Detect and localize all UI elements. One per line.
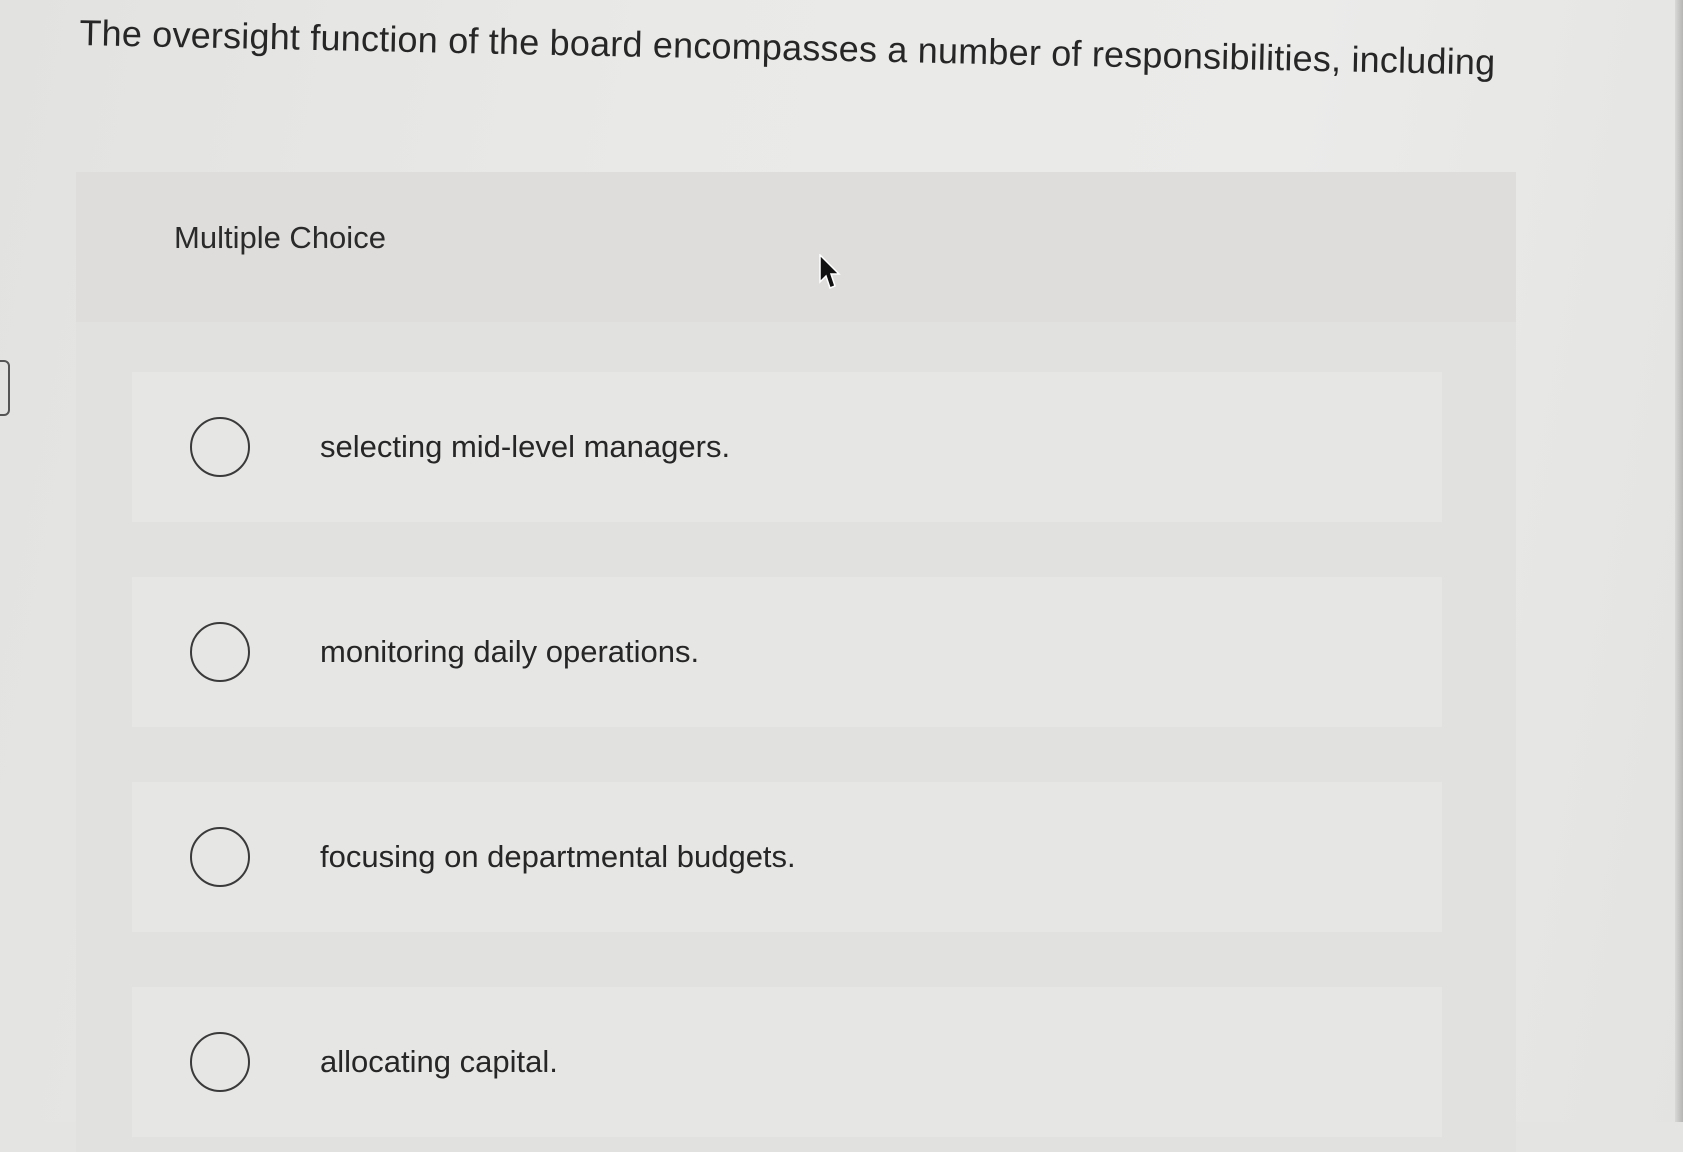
radio-button-icon[interactable]	[190, 622, 250, 682]
radio-button-icon[interactable]	[190, 417, 250, 477]
answer-option-c[interactable]: focusing on departmental budgets.	[132, 782, 1442, 932]
answer-option-a[interactable]: selecting mid-level managers.	[132, 372, 1442, 522]
radio-button-icon[interactable]	[190, 827, 250, 887]
question-prompt: The oversight function of the board enco…	[79, 11, 1496, 83]
side-tab-handle[interactable]	[0, 360, 10, 416]
answer-option-d[interactable]: allocating capital.	[132, 987, 1442, 1137]
screen-bezel	[1675, 0, 1683, 1122]
answer-option-label: selecting mid-level managers.	[320, 429, 731, 464]
answer-option-b[interactable]: monitoring daily operations.	[132, 577, 1442, 727]
answer-option-label: focusing on departmental budgets.	[320, 839, 796, 874]
radio-button-icon[interactable]	[190, 1032, 250, 1092]
answer-options: selecting mid-level managers. monitoring…	[76, 172, 1516, 1152]
answer-option-label: monitoring daily operations.	[320, 634, 700, 669]
answer-card: Multiple Choice selecting mid-level mana…	[76, 172, 1516, 1152]
quiz-page: The oversight function of the board enco…	[0, 0, 1683, 1152]
mouse-pointer-icon	[819, 254, 841, 289]
answer-option-label: allocating capital.	[320, 1044, 558, 1079]
